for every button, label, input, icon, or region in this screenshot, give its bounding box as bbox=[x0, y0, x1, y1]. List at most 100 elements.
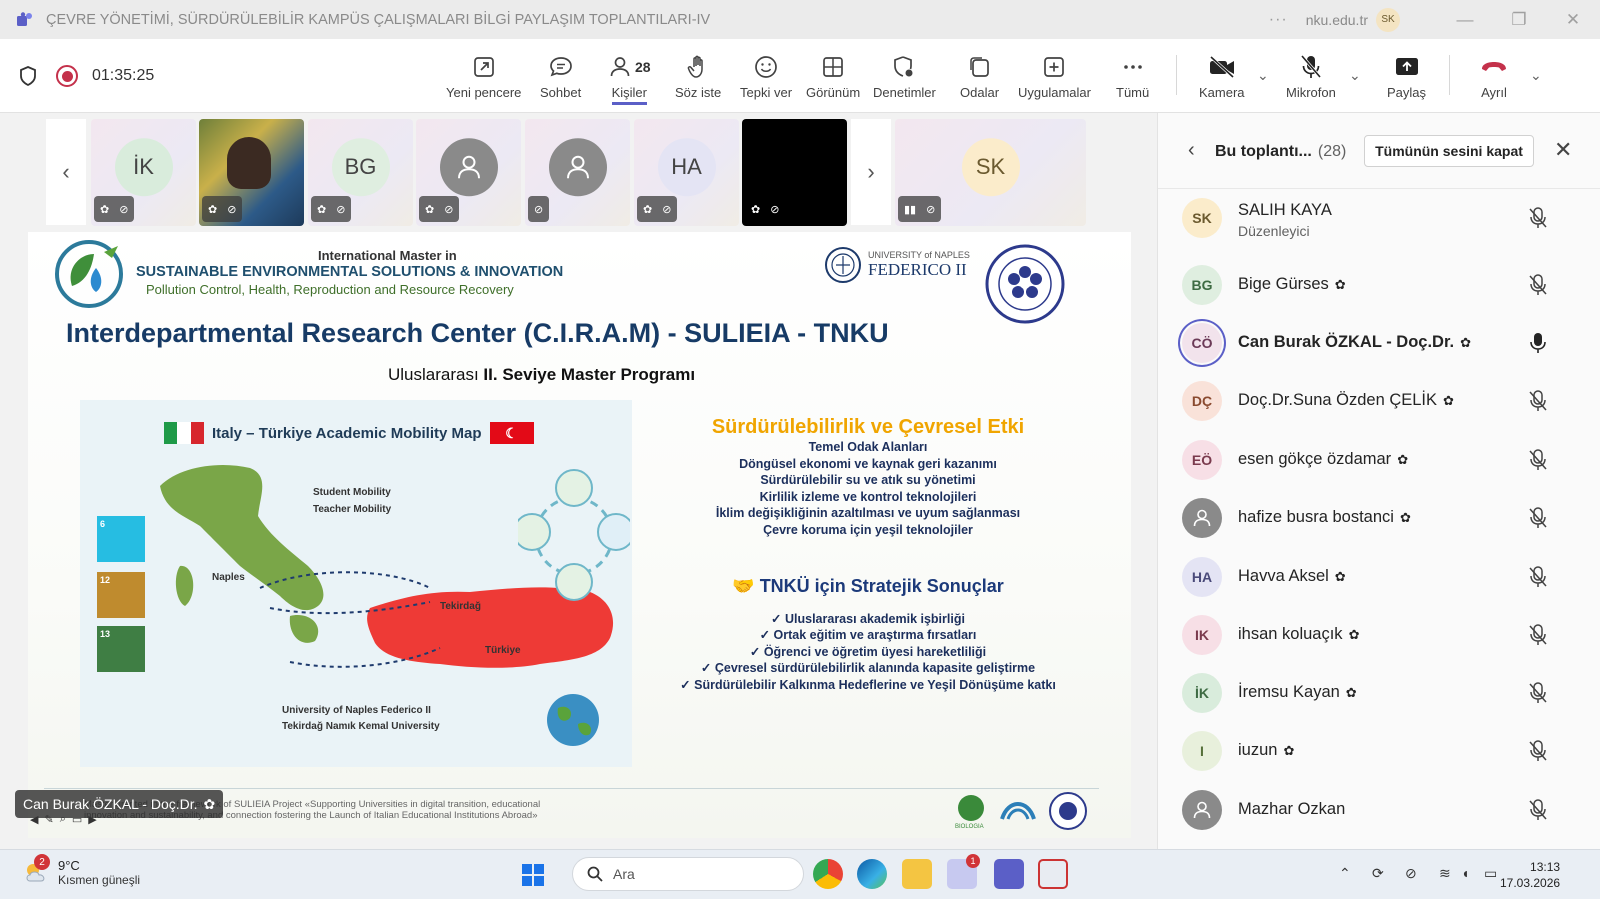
meeting-stage: ‹ › İK ✿ ⊘ ✿ ⊘ BG ✿ ⊘ ✿ ⊘ ⊘ HA ✿ ⊘ ✿ ⊘ SK ▮▮ ⊘ … bbox=[0, 113, 1157, 849]
participant-avatar: BG bbox=[1182, 265, 1222, 305]
shield-icon[interactable] bbox=[18, 65, 38, 87]
raise-hand-button[interactable]: Söz iste bbox=[675, 51, 721, 107]
leave-button[interactable]: Ayrıl bbox=[1480, 51, 1508, 107]
mic-off-icon: ⊘ bbox=[227, 203, 237, 216]
mic-off-icon[interactable] bbox=[1528, 624, 1548, 646]
chrome-icon[interactable] bbox=[813, 859, 843, 889]
forward-control-icon[interactable]: ▶ bbox=[88, 813, 96, 826]
participant-tile[interactable]: ✿ ⊘ bbox=[742, 119, 847, 226]
mic-off-icon[interactable] bbox=[1528, 799, 1548, 821]
new-window-button[interactable]: Yeni pencere bbox=[446, 51, 521, 107]
strip-previous-button[interactable]: ‹ bbox=[46, 119, 86, 225]
mute-all-button[interactable]: Tümünün sesini kapat bbox=[1364, 135, 1534, 167]
weather-temp: 9°C bbox=[58, 858, 80, 873]
participant-row[interactable]: HA Havva Aksel ✿ bbox=[1158, 548, 1600, 606]
microphone-button[interactable]: Mikrofon bbox=[1286, 51, 1336, 107]
participant-row[interactable]: BG Bige Gürses ✿ bbox=[1158, 256, 1600, 314]
sync-icon[interactable]: ⟳ bbox=[1372, 865, 1384, 882]
close-panel-icon[interactable]: ✕ bbox=[1554, 137, 1572, 163]
participant-row[interactable]: İK İremsu Kayan ✿ bbox=[1158, 664, 1600, 722]
mic-off-icon[interactable] bbox=[1528, 449, 1548, 471]
participant-row[interactable]: Mazhar Ozkan bbox=[1158, 781, 1600, 839]
leave-options-chevron-icon[interactable]: ⌄ bbox=[1530, 67, 1542, 84]
react-button[interactable]: Tepki ver bbox=[740, 51, 792, 107]
wifi-icon[interactable]: ≋ bbox=[1439, 865, 1451, 882]
participant-tile[interactable]: ✿ ⊘ bbox=[416, 119, 521, 226]
file-explorer-icon[interactable] bbox=[902, 859, 932, 889]
tile-status-bar: ✿ ⊘ bbox=[419, 196, 460, 222]
participant-row[interactable]: hafize busra bostanci ✿ bbox=[1158, 489, 1600, 547]
mic-off-icon[interactable] bbox=[1528, 682, 1548, 704]
mic-on-icon[interactable] bbox=[1528, 332, 1548, 354]
camera-button[interactable]: Kamera bbox=[1199, 51, 1245, 107]
mic-off-icon[interactable] bbox=[1528, 274, 1548, 296]
mic-off-icon[interactable] bbox=[1528, 566, 1548, 588]
strategic-line: ✓ Öğrenci ve öğretim üyesi hareketliliği bbox=[749, 644, 987, 659]
panel-back-chevron-icon[interactable]: ‹ bbox=[1188, 139, 1195, 162]
mic-options-chevron-icon[interactable]: ⌄ bbox=[1349, 67, 1361, 84]
mic-off-icon[interactable] bbox=[1528, 740, 1548, 762]
teams-work-icon[interactable] bbox=[994, 859, 1024, 889]
weather-widget[interactable]: 2 9°C Kısmen güneşli bbox=[22, 854, 140, 887]
video-person bbox=[227, 137, 271, 189]
moderation-button[interactable]: Denetimler bbox=[873, 51, 936, 107]
back-control-icon[interactable]: ◀ bbox=[30, 813, 38, 826]
battery-icon[interactable]: ▭ bbox=[1484, 865, 1497, 882]
view-button[interactable]: Görünüm bbox=[806, 51, 860, 107]
mic-off-icon: ⊘ bbox=[336, 203, 346, 216]
close-window-button[interactable]: ✕ bbox=[1546, 10, 1600, 30]
people-icon bbox=[610, 57, 630, 77]
participant-row[interactable]: CÖ Can Burak ÖZKAL - Doç.Dr. ✿ bbox=[1158, 314, 1600, 372]
participant-tile[interactable]: HA ✿ ⊘ bbox=[634, 119, 739, 226]
share-button[interactable]: Paylaş bbox=[1387, 51, 1426, 107]
windows-start-icon[interactable] bbox=[521, 863, 545, 887]
rooms-button[interactable]: Odalar bbox=[960, 51, 999, 107]
zoom-control-icon[interactable]: ⌕ bbox=[60, 813, 66, 826]
participant-row[interactable]: IK ihsan koluaçık ✿ bbox=[1158, 606, 1600, 664]
shared-screen: International Master in SUSTAINABLE ENVI… bbox=[28, 232, 1131, 838]
more-options-button[interactable]: ··· bbox=[1269, 11, 1288, 29]
participant-row[interactable]: Iiuzun ✿ bbox=[1158, 722, 1600, 780]
participant-name-row: SALIH KAYA bbox=[1238, 201, 1332, 220]
leave-label: Ayrıl bbox=[1481, 85, 1507, 100]
minimize-button[interactable]: — bbox=[1438, 10, 1492, 30]
participant-name: Havva Aksel bbox=[1238, 567, 1329, 585]
maximize-button[interactable]: ❐ bbox=[1492, 10, 1546, 30]
edge-icon[interactable] bbox=[857, 859, 887, 889]
taskbar-search[interactable]: Ara bbox=[572, 857, 804, 891]
participant-tile[interactable]: ⊘ bbox=[525, 119, 630, 226]
volume-icon[interactable]: ◖ bbox=[1461, 865, 1469, 881]
participant-video-tile[interactable]: ✿ ⊘ bbox=[199, 119, 304, 226]
participant-name-row: ihsan koluaçık ✿ bbox=[1238, 625, 1359, 644]
strip-next-button[interactable]: › bbox=[851, 119, 891, 225]
map-title: Italy – Türkiye Academic Mobility Map bbox=[212, 424, 482, 442]
captions-control-icon[interactable]: ▭ bbox=[72, 813, 82, 826]
participant-row[interactable]: DÇ Doç.Dr.Suna Özden ÇELİK ✿ bbox=[1158, 372, 1600, 430]
add-app-icon bbox=[1044, 57, 1065, 77]
recording-indicator-icon bbox=[56, 65, 78, 87]
mic-muted-tray-icon[interactable]: ⊘ bbox=[1405, 865, 1417, 882]
mic-off-icon[interactable] bbox=[1528, 207, 1548, 229]
self-tile[interactable]: SK ▮▮ ⊘ bbox=[895, 119, 1086, 226]
apps-button[interactable]: Uygulamalar bbox=[1018, 51, 1091, 107]
participant-row[interactable]: EÖ esen gökçe özdamar ✿ bbox=[1158, 431, 1600, 489]
chat-button[interactable]: Sohbet bbox=[540, 51, 581, 107]
snipping-tool-icon[interactable] bbox=[1038, 859, 1068, 889]
show-hidden-icons-chevron-icon[interactable]: ⌃ bbox=[1339, 865, 1351, 882]
pen-control-icon[interactable]: ✎ bbox=[44, 813, 53, 826]
people-button[interactable]: 28 Kişiler bbox=[608, 51, 651, 107]
participant-name-row: İremsu Kayan ✿ bbox=[1238, 683, 1357, 702]
taskbar-clock[interactable]: 13:13 17.03.2026 bbox=[1500, 859, 1560, 891]
more-actions-button[interactable]: Tümü bbox=[1116, 51, 1149, 107]
account-avatar[interactable]: SK bbox=[1376, 7, 1400, 32]
mic-off-icon[interactable] bbox=[1528, 390, 1548, 412]
participant-tile[interactable]: BG ✿ ⊘ bbox=[308, 119, 413, 226]
badge-icon: ✿ bbox=[643, 203, 653, 216]
camera-options-chevron-icon[interactable]: ⌄ bbox=[1257, 67, 1269, 84]
react-label: Tepki ver bbox=[740, 85, 793, 100]
participant-row[interactable]: SK SALIH KAYA Düzenleyici bbox=[1158, 189, 1600, 247]
strategic-heading: 🤝 TNKÜ için Stratejik Sonuçlar bbox=[648, 576, 1088, 597]
participant-tile[interactable]: İK ✿ ⊘ bbox=[91, 119, 196, 226]
mic-off-icon[interactable] bbox=[1528, 507, 1548, 529]
people-count: 28 bbox=[635, 59, 651, 75]
